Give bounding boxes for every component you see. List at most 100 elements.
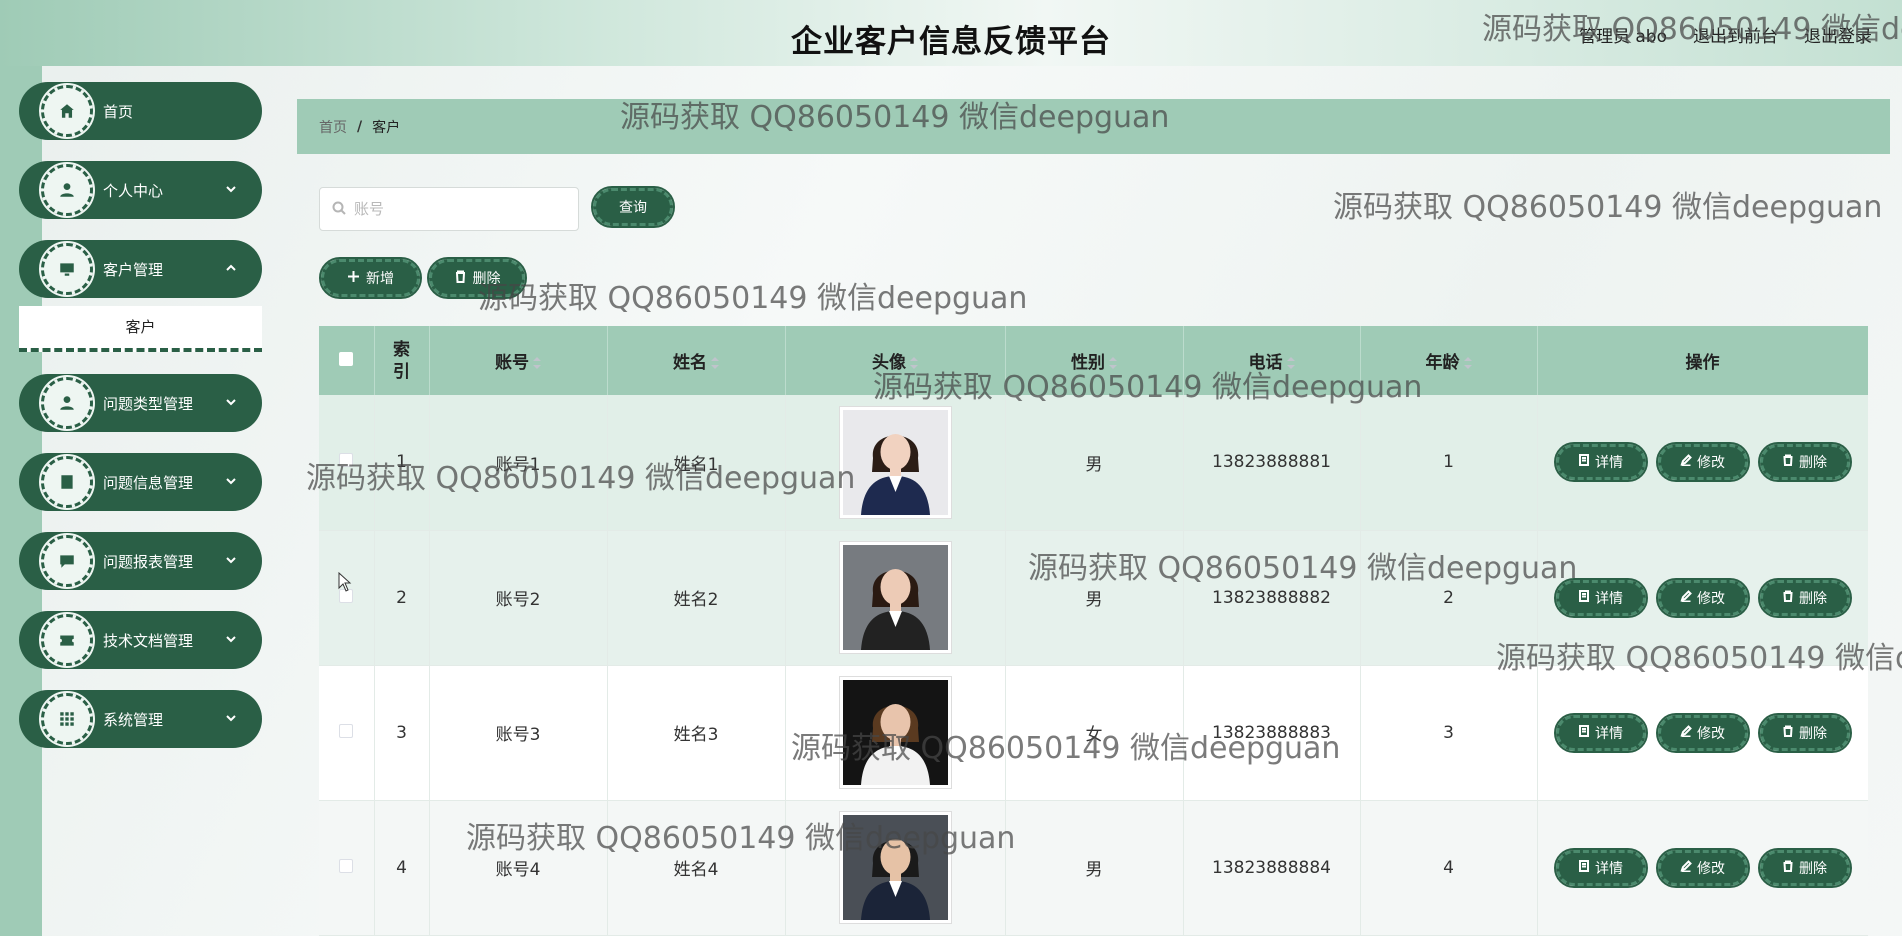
cell-name: 姓名2 [607,530,786,666]
batch-delete-button[interactable]: 删除 [427,257,527,299]
search-button[interactable]: 查询 [591,186,675,228]
sidebar-item-label: 问题类型管理 [103,395,194,413]
chevron-down-icon [224,181,238,195]
plus-icon [347,270,360,287]
sort-icon[interactable] [1286,357,1295,369]
cell-operations: 详情 修改 删除 [1537,665,1868,801]
sort-icon[interactable] [711,357,719,369]
sidebar: 首页 个人中心 客户管理 客户 问题类型管理 问题信息管理 问题报表管理 技术文… [19,82,262,769]
table-row[interactable]: 1 账号1 姓名1 男 13823888881 1 详情 修改 删除 [319,395,1868,531]
document-icon [1578,724,1590,741]
column-header-avatar[interactable]: 头像 [785,326,1006,395]
cell-name: 姓名3 [607,665,786,801]
sort-icon[interactable] [1463,357,1472,369]
age-header-label: 年龄 [1425,353,1460,373]
edit-button[interactable]: 修改 [1655,712,1750,753]
search-icon [332,200,346,219]
cell-name: 姓名4 [607,800,786,936]
cell-phone: 13823888881 [1183,395,1361,531]
delete-button-label: 删除 [1799,455,1827,472]
sidebar-item-issue-types[interactable]: 问题类型管理 [19,374,262,432]
avatar[interactable] [839,677,951,788]
trash-icon [454,270,467,287]
sidebar-item-system[interactable]: 系统管理 [19,690,262,748]
back-to-front-link[interactable]: 退出到前台 [1693,22,1778,47]
cell-avatar [785,395,1006,531]
sort-icon[interactable] [910,357,918,369]
breadcrumb-separator: / [357,118,363,135]
document-icon [1578,859,1590,876]
chevron-down-icon [224,394,238,408]
edit-button-label: 修改 [1697,725,1725,742]
delete-button-label: 删除 [1799,860,1827,877]
sidebar-item-label: 系统管理 [103,711,164,729]
sidebar-item-customers[interactable]: 客户管理 [19,240,262,298]
column-header-name[interactable]: 姓名 [607,326,786,395]
sidebar-item-home[interactable]: 首页 [19,82,262,140]
ticket-icon [39,612,95,668]
sidebar-item-label: 问题报表管理 [103,553,194,571]
cell-name: 姓名1 [607,395,786,531]
index-header-label: 索引 [393,339,410,382]
add-button-label: 新增 [366,271,394,287]
sidebar-item-label: 客户管理 [103,261,164,279]
document-icon [1578,454,1590,470]
search-button-label: 查询 [619,200,647,216]
row-checkbox[interactable] [339,858,354,873]
table-row[interactable]: 3 账号3 姓名3 女 13823888883 3 详情 修改 删除 [319,665,1868,801]
row-select-cell [319,395,375,531]
table-row[interactable]: 2 账号2 姓名2 男 13823888882 2 详情 修改 删除 [319,530,1868,666]
delete-button[interactable]: 删除 [1757,577,1852,618]
avatar[interactable] [839,542,951,653]
add-button[interactable]: 新增 [319,257,422,299]
row-select-cell [319,530,375,666]
sidebar-item-issue-info[interactable]: 问题信息管理 [19,453,262,511]
table-row[interactable]: 4 账号4 姓名4 男 13823888884 4 详情 修改 删除 [319,800,1868,936]
edit-button[interactable]: 修改 [1655,442,1750,483]
breadcrumb: 首页 / 客户 [297,99,1890,154]
search-box [319,187,579,231]
delete-button[interactable]: 删除 [1757,847,1852,888]
avatar[interactable] [839,812,951,923]
sidebar-item-issue-reports[interactable]: 问题报表管理 [19,532,262,590]
edit-button[interactable]: 修改 [1655,847,1750,888]
breadcrumb-home[interactable]: 首页 [319,117,347,137]
row-checkbox[interactable] [339,453,354,468]
cell-account: 账号4 [429,800,608,936]
sidebar-subitem-customer[interactable]: 客户 [19,306,262,352]
column-header-operations: 操作 [1537,326,1868,395]
watermark-text: 源码获取 QQ86050149 微信deepguan [1333,190,1883,225]
select-all-checkbox[interactable] [339,351,354,366]
cell-index: 4 [374,800,430,936]
sort-icon[interactable] [1109,357,1117,369]
phone-header-label: 电话 [1248,353,1283,373]
detail-button[interactable]: 详情 [1553,442,1648,483]
column-header-age[interactable]: 年龄 [1360,326,1538,395]
avatar[interactable] [839,406,951,518]
account-header-label: 账号 [495,353,529,373]
sidebar-item-tech-docs[interactable]: 技术文档管理 [19,611,262,669]
cell-age: 4 [1360,800,1538,936]
edit-button[interactable]: 修改 [1655,577,1750,618]
delete-button[interactable]: 删除 [1757,712,1852,753]
row-checkbox[interactable] [339,723,354,738]
sort-icon[interactable] [533,357,541,369]
edit-icon [1680,724,1692,741]
column-header-gender[interactable]: 性别 [1005,326,1184,395]
sidebar-item-profile[interactable]: 个人中心 [19,161,262,219]
detail-button-label: 详情 [1595,455,1623,472]
edit-icon [1680,589,1692,606]
detail-button[interactable]: 详情 [1553,712,1648,753]
detail-button[interactable]: 详情 [1553,577,1648,618]
detail-button-label: 详情 [1595,590,1623,607]
column-header-account[interactable]: 账号 [429,326,608,395]
delete-button[interactable]: 删除 [1757,442,1852,483]
user-icon [39,375,95,431]
column-header-phone[interactable]: 电话 [1183,326,1361,395]
logout-link[interactable]: 退出登录 [1804,22,1872,47]
trash-icon [1782,725,1794,741]
cell-account: 账号2 [429,530,608,666]
row-select-cell [319,665,375,801]
search-input[interactable] [354,200,554,218]
detail-button[interactable]: 详情 [1553,847,1648,888]
